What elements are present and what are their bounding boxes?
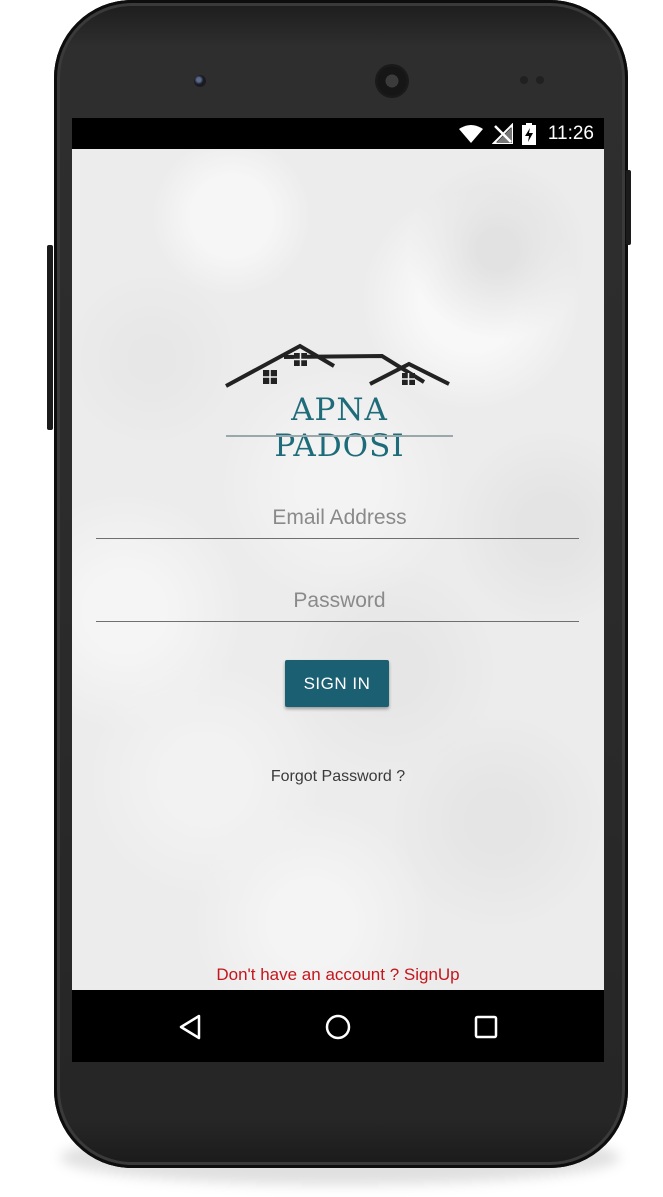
battery-charging-icon	[521, 123, 536, 145]
status-bar: 11:26	[72, 118, 604, 149]
brand-name: APNA PADOSI	[274, 392, 405, 464]
login-screen: APNA PADOSI SIGN IN Forgot Password ? Do…	[72, 149, 604, 990]
password-input[interactable]	[96, 579, 583, 623]
home-button[interactable]	[314, 1004, 362, 1050]
back-icon	[179, 1014, 201, 1040]
earpiece-speaker	[377, 66, 407, 96]
wifi-icon	[458, 125, 483, 143]
email-field[interactable]	[96, 496, 583, 540]
email-input[interactable]	[96, 496, 583, 540]
volume-button	[47, 245, 53, 430]
brand-underline	[226, 435, 453, 437]
signup-link[interactable]: Don't have an account ? SignUp	[72, 965, 604, 985]
back-button[interactable]	[166, 1004, 214, 1050]
device-screen: 11:26 APNA PADOSI Email Address SIGN IN …	[72, 118, 604, 1062]
recents-icon	[474, 1015, 498, 1039]
front-camera	[194, 75, 206, 87]
recents-button[interactable]	[462, 1004, 510, 1050]
app-logo: APNA PADOSI	[222, 342, 457, 464]
password-field[interactable]	[96, 579, 583, 623]
proximity-sensor	[520, 76, 528, 84]
power-button	[626, 170, 631, 245]
no-signal-icon	[491, 123, 513, 144]
forgot-password-link[interactable]: Forgot Password ?	[72, 768, 604, 786]
sign-in-button[interactable]: SIGN IN	[285, 660, 389, 707]
status-time: 11:26	[547, 123, 594, 144]
light-sensor	[536, 76, 544, 84]
home-icon	[325, 1014, 351, 1040]
house-roofs-icon	[225, 343, 450, 388]
navigation-bar	[72, 992, 604, 1062]
